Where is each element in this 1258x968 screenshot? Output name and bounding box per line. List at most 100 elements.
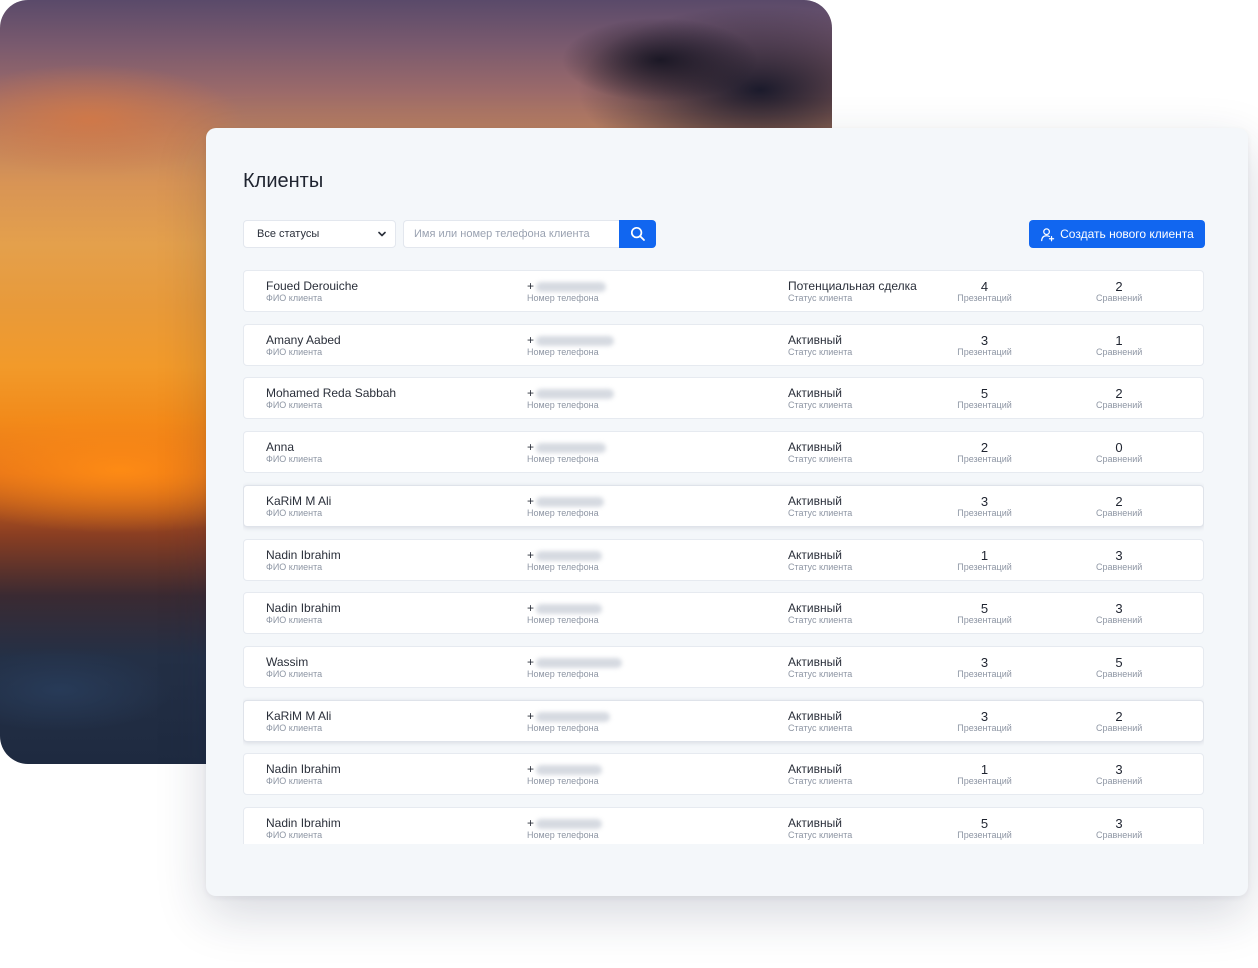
client-phone-cell: + Номер телефона bbox=[527, 549, 603, 573]
client-row[interactable]: Nadin Ibrahim ФИО клиента + Номер телефона А… bbox=[243, 592, 1204, 634]
client-row[interactable]: Foued Derouiche ФИО клиента + Номер телефон… bbox=[243, 270, 1204, 312]
client-name-caption: ФИО клиента bbox=[266, 776, 323, 786]
client-name-cell: KaRiM M Ali ФИО клиента bbox=[266, 495, 331, 519]
presentations-count-cell: 3 Презентаций bbox=[956, 334, 1013, 358]
client-status: Активный bbox=[788, 763, 852, 776]
client-name-cell: Nadin Ibrahim ФИО клиента bbox=[266, 549, 341, 573]
comparisons-count: 2 bbox=[1096, 280, 1142, 293]
client-row[interactable]: Nadin Ibrahim ФИО клиента + Номер телефона А… bbox=[243, 539, 1204, 581]
client-phone-caption: Номер телефона bbox=[527, 669, 599, 679]
client-row[interactable]: KaRiM M Ali ФИО клиента + Номер телефона Акт… bbox=[243, 485, 1204, 527]
comparisons-count-value: 1 bbox=[1115, 333, 1123, 348]
client-row[interactable]: Anna ФИО клиента + Номер телефона Активный Ст… bbox=[243, 431, 1204, 473]
presentations-count: 3 bbox=[956, 334, 1013, 347]
presentations-count-value: 3 bbox=[980, 709, 989, 724]
client-row[interactable]: Wassim ФИО клиента + Номер телефона Активный… bbox=[243, 646, 1204, 688]
client-phone: + bbox=[527, 387, 615, 400]
client-name-caption: ФИО клиента bbox=[266, 830, 323, 840]
presentations-count-caption: Презентаций bbox=[957, 347, 1012, 357]
presentations-count-cell: 5 Презентаций bbox=[956, 387, 1013, 411]
client-name-value: Foued Derouiche bbox=[266, 279, 359, 293]
search-input[interactable] bbox=[403, 220, 619, 248]
client-name-value: KaRiM M Ali bbox=[266, 494, 332, 508]
client-status: Активный bbox=[788, 602, 852, 615]
client-phone-value: + bbox=[527, 762, 535, 776]
client-name-cell: Amany Aabed ФИО клиента bbox=[266, 334, 341, 358]
comparisons-count-value: 3 bbox=[1115, 762, 1123, 777]
client-status-value: Активный bbox=[788, 494, 842, 508]
client-name-value: Nadin Ibrahim bbox=[266, 601, 341, 615]
client-name-caption: ФИО клиента bbox=[266, 508, 323, 518]
presentations-count-caption: Презентаций bbox=[957, 669, 1012, 679]
client-status-caption: Статус клиента bbox=[788, 400, 853, 410]
client-name: Foued Derouiche bbox=[266, 280, 358, 293]
comparisons-count: 2 bbox=[1096, 495, 1142, 508]
client-name: KaRiM M Ali bbox=[266, 495, 331, 508]
client-phone-cell: + Номер телефона bbox=[527, 817, 603, 841]
client-phone-cell: + Номер телефона bbox=[527, 333, 615, 358]
client-name-cell: Nadin Ibrahim ФИО клиента bbox=[266, 602, 341, 626]
client-name-caption: ФИО клиента bbox=[266, 454, 323, 464]
client-row[interactable]: KaRiM M Ali ФИО клиента + Номер телефона Акт… bbox=[243, 700, 1204, 742]
presentations-count: 5 bbox=[956, 602, 1013, 615]
comparisons-count: 3 bbox=[1096, 817, 1142, 830]
client-phone-value: + bbox=[527, 279, 535, 293]
clients-window: Клиенты Все статусы Имя или номер телефо… bbox=[206, 128, 1248, 896]
client-status-caption: Статус клиента bbox=[788, 830, 853, 840]
client-status-value: Потенциальная сделка bbox=[788, 279, 917, 293]
presentations-count-caption: Презентаций bbox=[957, 400, 1012, 410]
client-name-value: Amany Aabed bbox=[266, 333, 341, 347]
presentations-count-cell: 2 Презентаций bbox=[956, 441, 1013, 465]
presentations-count: 2 bbox=[956, 441, 1013, 454]
client-status-value: Активный bbox=[788, 333, 842, 347]
comparisons-count-caption: Сравнений bbox=[1096, 400, 1143, 410]
presentations-count-value: 1 bbox=[980, 762, 989, 777]
comparisons-count-caption: Сравнений bbox=[1096, 293, 1143, 303]
comparisons-count-value: 3 bbox=[1115, 548, 1123, 563]
search-button[interactable] bbox=[619, 220, 656, 248]
client-phone-caption: Номер телефона bbox=[527, 508, 599, 518]
toolbar: Все статусы Создать нового клиента bbox=[243, 220, 1205, 248]
client-name-caption: ФИО клиента bbox=[266, 723, 323, 733]
client-phone-value: + bbox=[527, 333, 535, 347]
comparisons-count-caption: Сравнений bbox=[1096, 615, 1143, 625]
client-row[interactable]: Mohamed Reda Sabbah ФИО клиента + Номер тел… bbox=[243, 377, 1204, 419]
redacted-phone-number bbox=[536, 603, 603, 614]
client-phone-cell: + Номер телефона bbox=[527, 601, 603, 626]
comparisons-count-value: 3 bbox=[1115, 601, 1123, 616]
client-phone-cell: + Номер телефона bbox=[527, 279, 607, 304]
client-name-value: Anna bbox=[266, 440, 295, 454]
client-status-caption: Статус клиента bbox=[788, 776, 853, 786]
client-row[interactable]: Nadin Ibrahim ФИО клиента + Номер телефона А… bbox=[243, 753, 1204, 795]
client-phone-caption: Номер телефона bbox=[527, 615, 599, 625]
redacted-phone-number bbox=[536, 711, 611, 722]
client-name-cell: Nadin Ibrahim ФИО клиента bbox=[266, 817, 341, 841]
client-name-value: Nadin Ibrahim bbox=[266, 816, 341, 830]
redacted-phone-number bbox=[536, 818, 603, 829]
client-name: Anna bbox=[266, 441, 322, 454]
client-row[interactable]: Amany Aabed ФИО клиента + Номер телефона Акт… bbox=[243, 324, 1204, 366]
client-status: Активный bbox=[788, 656, 852, 669]
client-status: Активный bbox=[788, 495, 852, 508]
status-filter-select[interactable]: Все статусы bbox=[243, 220, 396, 248]
comparisons-count-value: 2 bbox=[1115, 709, 1123, 724]
client-row[interactable]: Nadin Ibrahim ФИО клиента + Номер телефона А… bbox=[243, 807, 1204, 844]
presentations-count-value: 5 bbox=[980, 386, 989, 401]
comparisons-count-value: 2 bbox=[1115, 386, 1123, 401]
client-status-cell: Активный Статус клиента bbox=[788, 495, 852, 519]
client-phone-value: + bbox=[527, 440, 535, 454]
client-status-cell: Потенциальная сделка Статус клиента bbox=[788, 280, 917, 304]
client-status-cell: Активный Статус клиента bbox=[788, 656, 852, 680]
comparisons-count: 5 bbox=[1096, 656, 1142, 669]
status-filter-value: Все статусы bbox=[257, 228, 320, 240]
client-phone-value: + bbox=[527, 601, 535, 615]
client-phone-cell: + Номер телефона bbox=[527, 656, 623, 680]
client-name-value: Mohamed Reda Sabbah bbox=[266, 386, 397, 400]
create-client-button[interactable]: Создать нового клиента bbox=[1029, 220, 1205, 248]
presentations-count-cell: 4 Презентаций bbox=[956, 280, 1013, 304]
comparisons-count-cell: 3 Сравнений bbox=[1096, 602, 1142, 626]
client-phone-caption: Номер телефона bbox=[527, 454, 599, 464]
client-status-caption: Статус клиента bbox=[788, 293, 853, 303]
client-status-cell: Активный Статус клиента bbox=[788, 387, 852, 411]
create-client-label: Создать нового клиента bbox=[1060, 227, 1194, 241]
